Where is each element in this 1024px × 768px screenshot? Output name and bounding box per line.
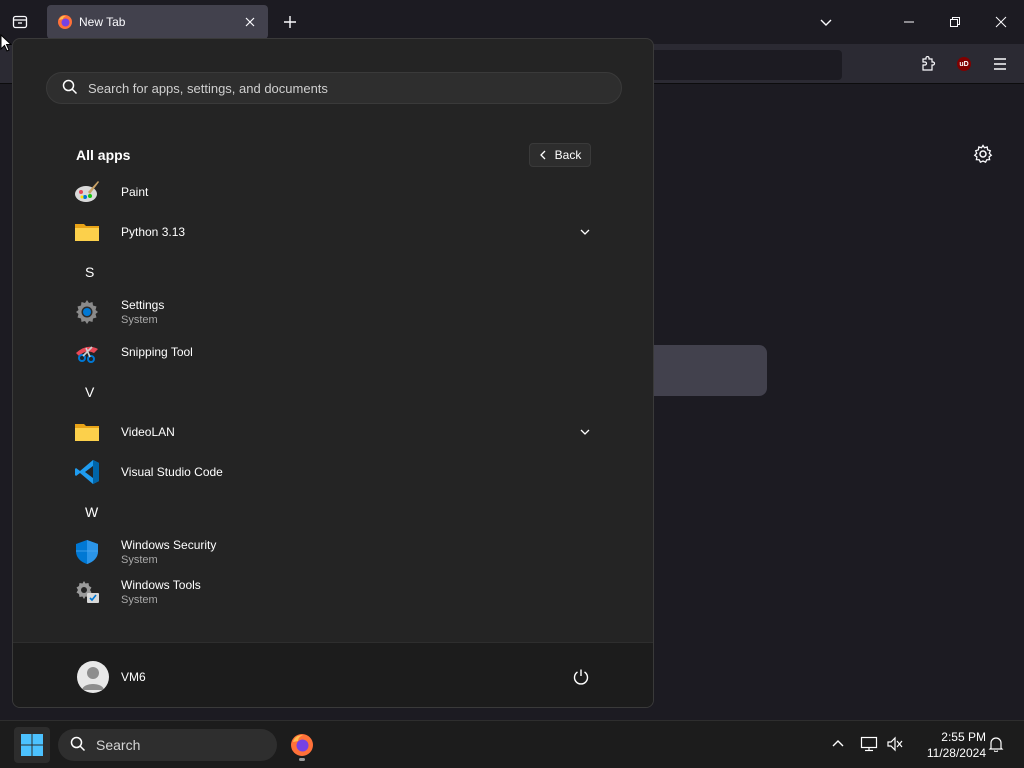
taskbar: Search 2:55 PM 11/28/2024 xyxy=(0,720,1024,768)
app-item-snipping-tool[interactable]: Snipping Tool xyxy=(73,334,593,370)
extensions-icon[interactable] xyxy=(916,52,940,76)
start-menu: Search for apps, settings, and documents… xyxy=(12,38,654,708)
firefox-taskbar-icon[interactable] xyxy=(284,727,320,763)
windows-security-icon xyxy=(73,538,101,566)
clock-date: 11/28/2024 xyxy=(926,746,986,760)
paint-icon xyxy=(73,178,101,206)
app-name: Snipping Tool xyxy=(121,345,193,359)
chevron-down-icon[interactable] xyxy=(577,224,593,240)
search-icon xyxy=(70,736,86,755)
close-icon[interactable] xyxy=(242,14,258,30)
snipping-tool-icon xyxy=(73,338,101,366)
taskbar-search[interactable]: Search xyxy=(58,729,277,761)
close-icon[interactable] xyxy=(985,6,1017,38)
letter-header-w[interactable]: W xyxy=(85,504,98,520)
firefox-icon xyxy=(57,14,73,30)
minimize-icon[interactable] xyxy=(893,6,925,38)
chevron-down-icon[interactable] xyxy=(810,6,842,38)
notification-bell-icon[interactable] xyxy=(985,733,1007,755)
app-name: Settings xyxy=(121,298,165,312)
menu-icon[interactable] xyxy=(988,52,1012,76)
app-item-windows-security[interactable]: Windows Security System xyxy=(73,534,593,570)
network-icon[interactable] xyxy=(858,733,880,755)
app-item-settings[interactable]: Settings System xyxy=(73,294,593,330)
restore-icon[interactable] xyxy=(939,6,971,38)
system-clock[interactable]: 2:55 PM 11/28/2024 xyxy=(912,729,986,761)
app-subtitle: System xyxy=(121,594,158,606)
vscode-icon xyxy=(73,458,101,486)
app-subtitle: System xyxy=(121,554,158,566)
app-name: Windows Tools xyxy=(121,578,201,592)
user-name[interactable]: VM6 xyxy=(121,670,146,684)
app-subtitle: System xyxy=(121,314,158,326)
letter-header-v[interactable]: V xyxy=(85,384,94,400)
tab-new-tab[interactable]: New Tab xyxy=(47,5,268,39)
app-folder-python[interactable]: Python 3.13 xyxy=(73,214,593,250)
all-apps-title: All apps xyxy=(76,147,131,163)
folder-icon xyxy=(73,418,101,446)
avatar[interactable] xyxy=(77,661,109,693)
chevron-left-icon xyxy=(539,150,546,160)
app-item-vscode[interactable]: Visual Studio Code xyxy=(73,454,593,490)
app-name: Paint xyxy=(121,185,149,199)
running-indicator xyxy=(299,758,305,761)
chevron-up-icon[interactable] xyxy=(827,733,849,755)
letter-header-s[interactable]: S xyxy=(85,264,94,280)
app-item-paint[interactable]: Paint xyxy=(73,174,593,210)
app-folder-videolan[interactable]: VideoLAN xyxy=(73,414,593,450)
power-icon[interactable] xyxy=(569,665,593,689)
start-footer: VM6 xyxy=(13,642,653,707)
ublock-badge: uD xyxy=(957,57,971,71)
start-search-input[interactable]: Search for apps, settings, and documents xyxy=(46,72,622,104)
app-item-windows-tools[interactable]: Windows Tools System xyxy=(73,574,593,610)
sound-muted-icon[interactable] xyxy=(884,733,906,755)
chevron-down-icon[interactable] xyxy=(577,424,593,440)
url-bar[interactable] xyxy=(640,50,842,80)
gear-icon[interactable] xyxy=(972,143,994,165)
plus-icon[interactable] xyxy=(278,10,302,34)
app-name: Python 3.13 xyxy=(121,225,186,239)
search-icon xyxy=(62,79,78,98)
mouse-cursor-icon xyxy=(0,33,13,55)
start-search-placeholder: Search for apps, settings, and documents xyxy=(88,80,328,96)
app-name: VideoLAN xyxy=(121,425,175,439)
windows-start-icon[interactable] xyxy=(14,727,50,763)
clock-time: 2:55 PM xyxy=(941,730,986,744)
tab-title: New Tab xyxy=(79,15,126,29)
tab-list-icon[interactable] xyxy=(6,8,34,36)
settings-icon xyxy=(73,298,101,326)
back-label: Back xyxy=(554,148,582,162)
taskbar-search-label: Search xyxy=(96,737,141,753)
app-name: Windows Security xyxy=(121,538,217,552)
folder-icon xyxy=(73,218,101,246)
back-button[interactable]: Back xyxy=(529,143,591,167)
app-name: Visual Studio Code xyxy=(121,465,223,479)
windows-tools-icon xyxy=(73,578,101,606)
ublock-icon[interactable]: uD xyxy=(952,52,976,76)
